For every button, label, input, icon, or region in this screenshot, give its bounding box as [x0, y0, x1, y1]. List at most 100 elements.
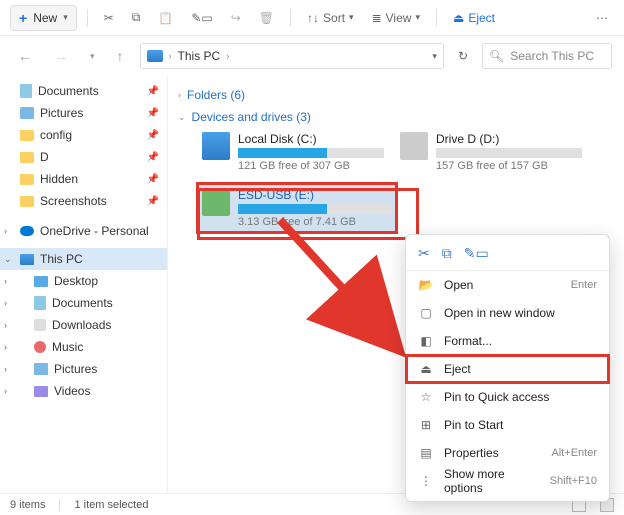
- context-menu-item-show-more-options[interactable]: ⋮Show more optionsShift+F10: [406, 467, 609, 495]
- group-devices[interactable]: ⌄ Devices and drives (3): [178, 106, 614, 128]
- drive-item[interactable]: ESD-USB (E:) 3.13 GB free of 7.41 GB: [198, 184, 396, 232]
- menu-item-icon: ⏏: [418, 362, 434, 376]
- drive-name: Drive D (D:): [436, 132, 582, 146]
- folder-icon: [20, 152, 34, 163]
- rename-icon[interactable]: ✎▭: [185, 7, 218, 29]
- sidebar-item-screenshots[interactable]: Screenshots📌: [0, 190, 167, 212]
- menu-item-icon: ▢: [418, 306, 434, 320]
- cut-icon[interactable]: ✂: [98, 7, 120, 29]
- pin-icon: 📌: [147, 152, 159, 163]
- copy-icon[interactable]: ⧉: [126, 6, 147, 29]
- group-label: Folders (6): [187, 88, 245, 102]
- context-menu-item-open-in-new-window[interactable]: ▢ Open in new window: [406, 299, 609, 327]
- video-icon: [34, 386, 48, 397]
- doc-icon: [20, 84, 32, 98]
- drive-item[interactable]: Local Disk (C:) 121 GB free of 307 GB: [198, 128, 388, 176]
- pic-icon: [34, 363, 48, 375]
- doc-icon: [34, 296, 46, 310]
- eject-button-toolbar[interactable]: ⏏ Eject: [447, 7, 501, 29]
- address-bar[interactable]: › This PC › ▾: [140, 43, 444, 69]
- chevron-down-icon: ▾: [63, 12, 68, 23]
- drive-icon: [202, 132, 230, 160]
- pc-icon: [147, 50, 163, 62]
- sidebar-item-documents[interactable]: Documents📌: [0, 80, 167, 102]
- item-count: 9 items: [10, 499, 45, 511]
- sidebar-item-label: Documents: [52, 296, 113, 310]
- context-menu: ✂ ⧉ ✎▭ 📂 Open Enter ▢ Open in new window ◧For…: [405, 234, 610, 502]
- sidebar-item-label: Videos: [54, 384, 90, 398]
- drive-name: ESD-USB (E:): [238, 188, 392, 202]
- sidebar-tree[interactable]: Documents📌Pictures📌config📌D📌Hidden📌Scree…: [0, 76, 168, 493]
- pin-icon: 📌: [147, 130, 159, 141]
- dl-icon: [34, 319, 46, 331]
- folder-icon: [20, 130, 34, 141]
- sidebar-item-videos[interactable]: ›Videos: [0, 380, 167, 402]
- copy-icon[interactable]: ⧉: [442, 245, 452, 262]
- sidebar-item-label: Hidden: [40, 172, 78, 186]
- folder-icon: [20, 196, 34, 207]
- menu-item-shortcut: Enter: [571, 279, 597, 291]
- music-icon: [34, 341, 46, 353]
- context-menu-item-properties[interactable]: ▤PropertiesAlt+Enter: [406, 439, 609, 467]
- forward-button[interactable]: →: [48, 44, 74, 68]
- new-button[interactable]: + New ▾: [10, 5, 77, 31]
- sidebar-item-label: OneDrive - Personal: [40, 224, 149, 238]
- drive-icon: [202, 188, 230, 216]
- pic-icon: [20, 107, 34, 119]
- sidebar-item-label: Downloads: [52, 318, 111, 332]
- sidebar-item-label: Pictures: [40, 106, 83, 120]
- recent-button[interactable]: ▾: [84, 47, 101, 66]
- sidebar-item-label: Pictures: [54, 362, 97, 376]
- menu-item-shortcut: Shift+F10: [550, 475, 597, 487]
- sidebar-item-downloads[interactable]: ›Downloads: [0, 314, 167, 336]
- sidebar-item-documents[interactable]: ›Documents: [0, 292, 167, 314]
- sidebar-item-config[interactable]: config 📌: [0, 124, 167, 146]
- drive-item[interactable]: Drive D (D:) 157 GB free of 157 GB: [396, 128, 586, 176]
- context-menu-item-pin-to-quick-access[interactable]: ☆Pin to Quick access: [406, 383, 609, 411]
- group-folders[interactable]: › Folders (6): [178, 84, 614, 106]
- context-menu-item-open[interactable]: 📂 Open Enter: [406, 271, 609, 299]
- delete-icon[interactable]: 🗑: [253, 7, 280, 29]
- view-button[interactable]: ≣ View ▾: [366, 7, 426, 29]
- share-icon[interactable]: ↪: [225, 7, 247, 29]
- menu-item-label: Open: [444, 278, 561, 292]
- onedrive-icon: [20, 226, 34, 236]
- context-menu-item-format-[interactable]: ◧Format...: [406, 327, 609, 355]
- more-icon[interactable]: ⋯: [590, 7, 614, 29]
- sort-button[interactable]: ↑↓ Sort ▾: [301, 7, 360, 29]
- menu-item-icon: ☆: [418, 390, 434, 404]
- sidebar-item-pictures[interactable]: ›Pictures: [0, 358, 167, 380]
- group-label: Devices and drives (3): [192, 110, 311, 124]
- breadcrumb[interactable]: This PC: [178, 49, 221, 63]
- sidebar-item-label: Music: [52, 340, 83, 354]
- refresh-button[interactable]: ↻: [454, 45, 472, 67]
- sidebar-item-pictures[interactable]: Pictures📌: [0, 102, 167, 124]
- sidebar-item-label: config: [40, 128, 72, 142]
- search-input[interactable]: 🔍︎ Search This PC: [482, 43, 612, 69]
- folder-icon: [20, 174, 34, 185]
- drive-free-text: 121 GB free of 307 GB: [238, 160, 384, 172]
- sidebar-item-onedrive[interactable]: › OneDrive - Personal: [0, 220, 167, 242]
- context-menu-quick-actions: ✂ ⧉ ✎▭: [406, 241, 609, 271]
- sidebar-item-this-pc[interactable]: ⌄ This PC: [0, 248, 167, 270]
- drive-free-text: 3.13 GB free of 7.41 GB: [238, 216, 392, 228]
- context-menu-item-pin-to-start[interactable]: ⊞Pin to Start: [406, 411, 609, 439]
- rename-icon[interactable]: ✎▭: [464, 245, 489, 262]
- selection-count: 1 item selected: [74, 499, 148, 511]
- menu-item-icon: 📂: [418, 278, 434, 292]
- sidebar-item-desktop[interactable]: ›Desktop: [0, 270, 167, 292]
- sidebar-item-hidden[interactable]: Hidden📌: [0, 168, 167, 190]
- up-button[interactable]: ↑: [111, 44, 130, 68]
- capacity-bar: [238, 204, 392, 214]
- context-menu-item-eject[interactable]: ⏏ Eject: [406, 355, 609, 383]
- menu-item-icon: ⋮: [418, 474, 434, 488]
- drive-icon: [400, 132, 428, 160]
- sidebar-item-d[interactable]: D📌: [0, 146, 167, 168]
- menu-item-label: Eject: [444, 362, 587, 376]
- paste-icon[interactable]: 📋: [152, 7, 179, 29]
- back-button[interactable]: ←: [12, 44, 38, 68]
- cut-icon[interactable]: ✂: [418, 245, 430, 262]
- sidebar-item-music[interactable]: ›Music: [0, 336, 167, 358]
- chevron-down-icon[interactable]: ▾: [432, 51, 437, 62]
- menu-item-label: Open in new window: [444, 306, 587, 320]
